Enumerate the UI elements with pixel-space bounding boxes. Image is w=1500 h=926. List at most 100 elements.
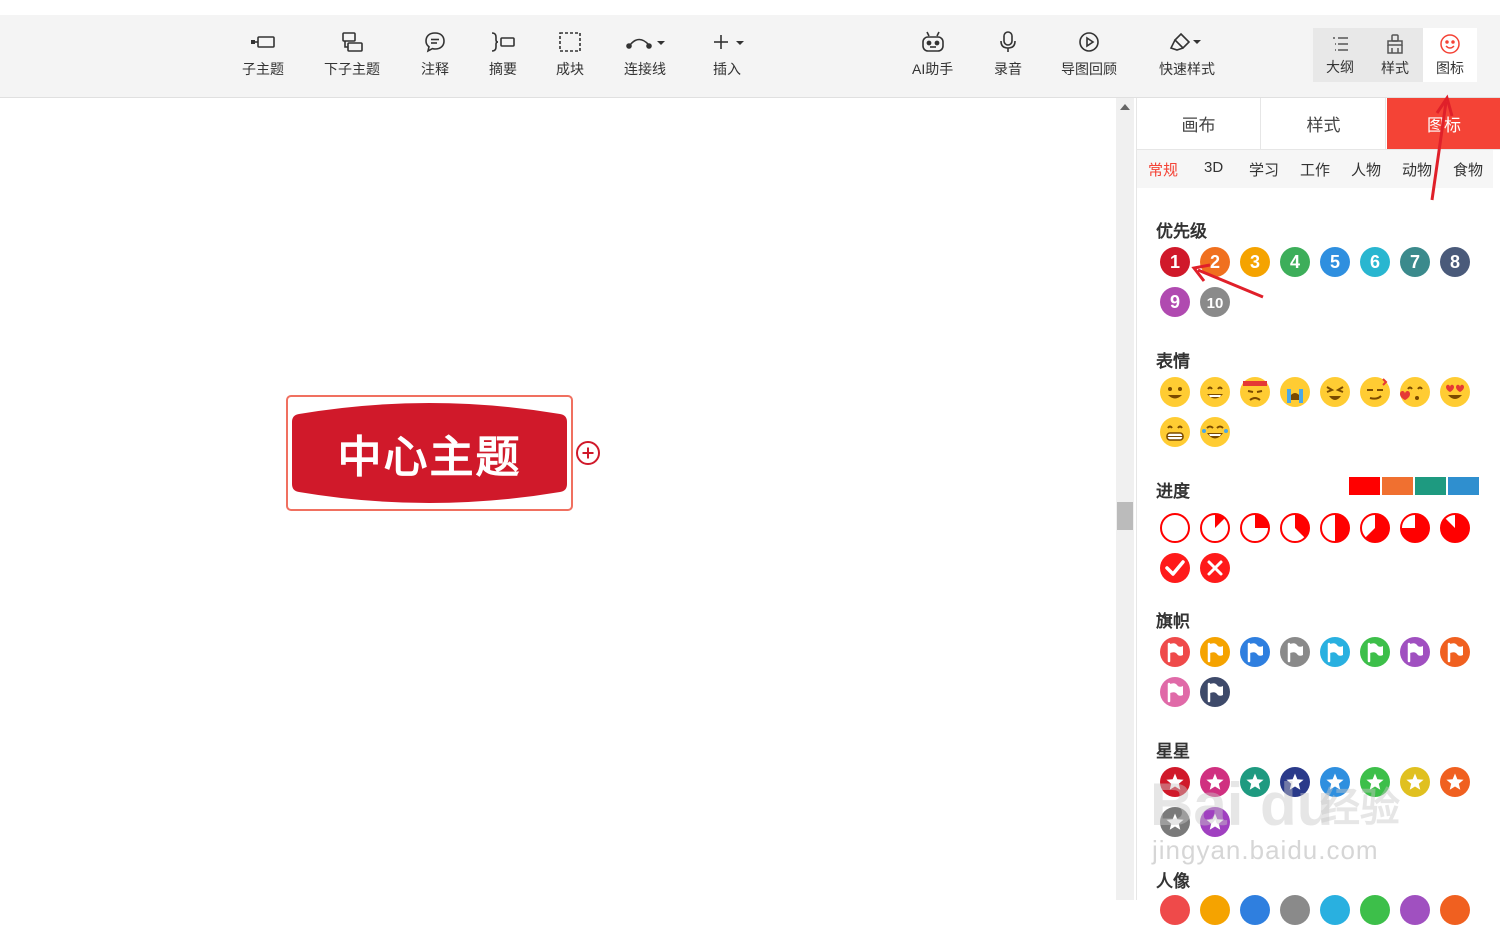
flag-icon[interactable] bbox=[1319, 636, 1351, 668]
svg-text:10: 10 bbox=[1207, 295, 1224, 312]
comment-button[interactable]: 注释 bbox=[421, 29, 449, 81]
progress-color-blue[interactable] bbox=[1448, 477, 1479, 495]
progress-3-of-8-icon[interactable] bbox=[1279, 512, 1311, 544]
cancel-x-icon[interactable] bbox=[1199, 552, 1231, 584]
ai-assistant-label: AI助手 bbox=[912, 61, 954, 77]
grin-face-icon[interactable] bbox=[1199, 376, 1231, 408]
insert-button[interactable]: 插入 bbox=[707, 29, 747, 81]
person-green-icon[interactable] bbox=[1359, 894, 1391, 926]
flag-icon[interactable] bbox=[1439, 636, 1471, 668]
category-food[interactable]: 食物 bbox=[1453, 159, 1483, 180]
grimace-face-icon[interactable] bbox=[1159, 416, 1191, 448]
kiss-face-icon[interactable] bbox=[1399, 376, 1431, 408]
priority-4-icon[interactable]: 4 bbox=[1279, 246, 1311, 278]
subtopic-label: 子主题 bbox=[242, 61, 284, 77]
flag-icon[interactable] bbox=[1359, 636, 1391, 668]
priority-10-icon[interactable]: 10 bbox=[1199, 286, 1231, 318]
progress-7-of-8-icon[interactable] bbox=[1439, 512, 1471, 544]
priority-2-icon[interactable]: 2 bbox=[1199, 246, 1231, 278]
priority-8-icon[interactable]: 8 bbox=[1439, 246, 1471, 278]
priority-5-icon[interactable]: 5 bbox=[1319, 246, 1351, 278]
watermark-brand-cn: 经验 bbox=[1320, 786, 1400, 830]
progress-4-of-8-icon[interactable] bbox=[1319, 512, 1351, 544]
add-subtopic-icon[interactable] bbox=[575, 440, 601, 466]
category-animals[interactable]: 动物 bbox=[1402, 159, 1432, 180]
category-general[interactable]: 常规 bbox=[1148, 159, 1178, 180]
center-topic[interactable]: 中心主题 bbox=[291, 400, 568, 506]
boundary-label: 成块 bbox=[556, 61, 584, 77]
priority-1-icon[interactable]: 1 bbox=[1159, 246, 1191, 278]
progress-6-of-8-icon[interactable] bbox=[1399, 512, 1431, 544]
tab-icons[interactable]: 图标 bbox=[1387, 98, 1500, 149]
heart-eyes-face-icon[interactable] bbox=[1439, 376, 1471, 408]
map-review-button[interactable]: 导图回顾 bbox=[1061, 29, 1117, 81]
style-view-button[interactable]: 样式 bbox=[1368, 28, 1422, 82]
crying-face-icon[interactable] bbox=[1279, 376, 1311, 408]
category-3d[interactable]: 3D bbox=[1204, 159, 1223, 176]
quick-style-button[interactable]: 快速样式 bbox=[1159, 29, 1215, 81]
person-red-icon[interactable] bbox=[1159, 894, 1191, 926]
progress-color-red[interactable] bbox=[1349, 477, 1380, 495]
smirk-face-icon[interactable] bbox=[1359, 376, 1391, 408]
flag-icon[interactable] bbox=[1399, 636, 1431, 668]
record-label: 录音 bbox=[994, 61, 1022, 77]
done-check-icon[interactable] bbox=[1159, 552, 1191, 584]
boundary-button[interactable]: 成块 bbox=[556, 29, 584, 81]
ai-assistant-button[interactable]: AI助手 bbox=[912, 29, 953, 81]
smile-face-icon[interactable] bbox=[1159, 376, 1191, 408]
progress-color-teal[interactable] bbox=[1415, 477, 1446, 495]
joy-face-icon[interactable] bbox=[1199, 416, 1231, 448]
section-flags-title: 旗帜 bbox=[1156, 612, 1190, 631]
flag-icon[interactable] bbox=[1199, 676, 1231, 708]
section-people-title: 人像 bbox=[1156, 872, 1190, 891]
quick-style-label: 快速样式 bbox=[1159, 61, 1215, 77]
person-yellow-icon[interactable] bbox=[1199, 894, 1231, 926]
view-toggle-group: 大纲 样式 图标 bbox=[1313, 28, 1477, 82]
priority-7-icon[interactable]: 7 bbox=[1399, 246, 1431, 278]
angry-face-icon[interactable] bbox=[1239, 376, 1271, 408]
svg-text:9: 9 bbox=[1170, 292, 1180, 312]
star-icon[interactable] bbox=[1399, 766, 1431, 798]
star-icon[interactable] bbox=[1439, 766, 1471, 798]
progress-2-of-8-icon[interactable] bbox=[1239, 512, 1271, 544]
flag-icon[interactable] bbox=[1239, 636, 1271, 668]
summary-button[interactable]: 摘要 bbox=[489, 29, 517, 81]
icon-view-button[interactable]: 图标 bbox=[1423, 28, 1477, 82]
person-orange-icon[interactable] bbox=[1439, 894, 1471, 926]
progress-5-of-8-icon[interactable] bbox=[1359, 512, 1391, 544]
category-people[interactable]: 人物 bbox=[1351, 159, 1381, 180]
progress-0-of-8-icon[interactable] bbox=[1159, 512, 1191, 544]
map-review-label: 导图回顾 bbox=[1061, 61, 1117, 77]
scroll-up-arrow-icon[interactable] bbox=[1120, 104, 1130, 110]
priority-3-icon[interactable]: 3 bbox=[1239, 246, 1271, 278]
priority-6-icon[interactable]: 6 bbox=[1359, 246, 1391, 278]
tab-style[interactable]: 样式 bbox=[1262, 98, 1386, 149]
category-study[interactable]: 学习 bbox=[1249, 159, 1279, 180]
tab-canvas[interactable]: 画布 bbox=[1137, 98, 1261, 149]
category-work[interactable]: 工作 bbox=[1300, 159, 1330, 180]
vertical-scrollbar[interactable] bbox=[1116, 98, 1134, 900]
person-blue-icon[interactable] bbox=[1239, 894, 1271, 926]
priority-9-icon[interactable]: 9 bbox=[1159, 286, 1191, 318]
progress-1-of-8-icon[interactable] bbox=[1199, 512, 1231, 544]
flag-icon[interactable] bbox=[1159, 636, 1191, 668]
person-cyan-icon[interactable] bbox=[1319, 894, 1351, 926]
connector-button[interactable]: 连接线 bbox=[624, 29, 666, 81]
mindmap-canvas[interactable]: 中心主题 bbox=[0, 98, 1116, 900]
record-button[interactable]: 录音 bbox=[994, 29, 1022, 81]
child-subtopic-button[interactable]: 下子主题 bbox=[324, 29, 380, 81]
flag-icon[interactable] bbox=[1159, 676, 1191, 708]
person-gray-icon[interactable] bbox=[1279, 894, 1311, 926]
robot-icon bbox=[921, 31, 944, 52]
outline-button[interactable]: 大纲 bbox=[1313, 28, 1367, 82]
title-strip bbox=[0, 0, 1500, 15]
insert-icon bbox=[714, 35, 744, 49]
scroll-thumb[interactable] bbox=[1117, 502, 1133, 530]
subtopic-button[interactable]: 子主题 bbox=[242, 29, 284, 81]
progress-color-orange[interactable] bbox=[1382, 477, 1413, 495]
tired-face-icon[interactable] bbox=[1319, 376, 1351, 408]
flag-icon[interactable] bbox=[1199, 636, 1231, 668]
flag-icon[interactable] bbox=[1279, 636, 1311, 668]
svg-text:5: 5 bbox=[1330, 252, 1340, 272]
person-purple-icon[interactable] bbox=[1399, 894, 1431, 926]
